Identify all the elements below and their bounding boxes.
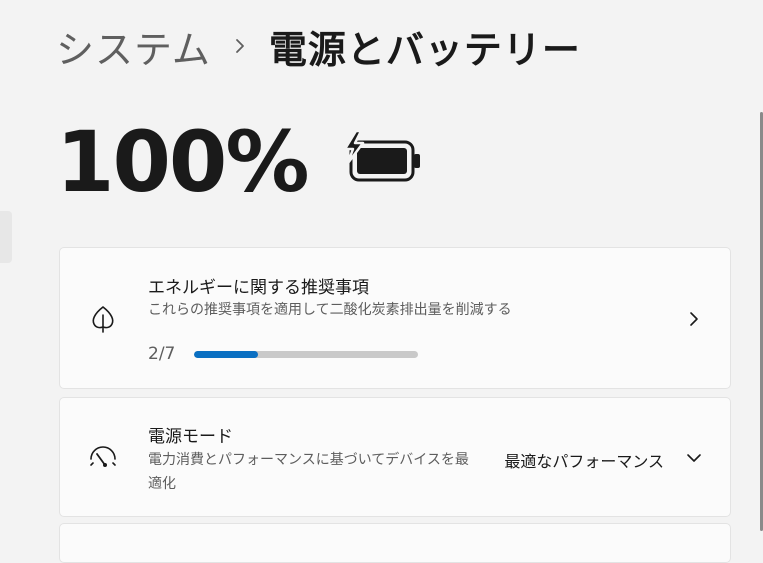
breadcrumb-parent-system[interactable]: システム	[56, 19, 211, 74]
recommendations-progress-bar	[194, 351, 418, 358]
battery-charging-icon	[342, 129, 424, 188]
chevron-right-icon	[682, 307, 706, 331]
gauge-icon	[88, 443, 118, 473]
energy-recommendations-description: これらの推奨事項を適用して二酸化炭素排出量を削減する	[148, 302, 512, 318]
battery-percentage: 100%	[56, 113, 310, 211]
power-mode-dropdown[interactable]: 最適なパフォーマンス	[504, 448, 664, 472]
next-settings-card	[59, 523, 731, 563]
power-mode-title: 電源モード	[148, 427, 233, 447]
power-mode-description: 電力消費とパフォーマンスに基づいてデバイスを最適化	[148, 452, 469, 492]
breadcrumb: システム 電源とバッテリー	[56, 18, 581, 74]
page-title: 電源とバッテリー	[268, 27, 581, 72]
battery-status: 100%	[56, 116, 424, 208]
energy-recommendations-card[interactable]: エネルギーに関する推奨事項 これらの推奨事項を適用して二酸化炭素排出量を削減する…	[59, 247, 731, 389]
leaf-icon	[88, 304, 118, 334]
power-mode-card: 電源モード 電力消費とパフォーマンスに基づいてデバイスを最適化 最適なパフォーマ…	[59, 397, 731, 517]
recommendations-progress-label: 2/7	[148, 344, 176, 364]
chevron-down-icon[interactable]	[682, 446, 706, 470]
chevron-right-icon	[211, 37, 269, 55]
side-tab-edge	[0, 211, 12, 263]
energy-recommendations-title: エネルギーに関する推奨事項	[148, 278, 369, 298]
recommendations-progress-fill	[194, 351, 258, 358]
